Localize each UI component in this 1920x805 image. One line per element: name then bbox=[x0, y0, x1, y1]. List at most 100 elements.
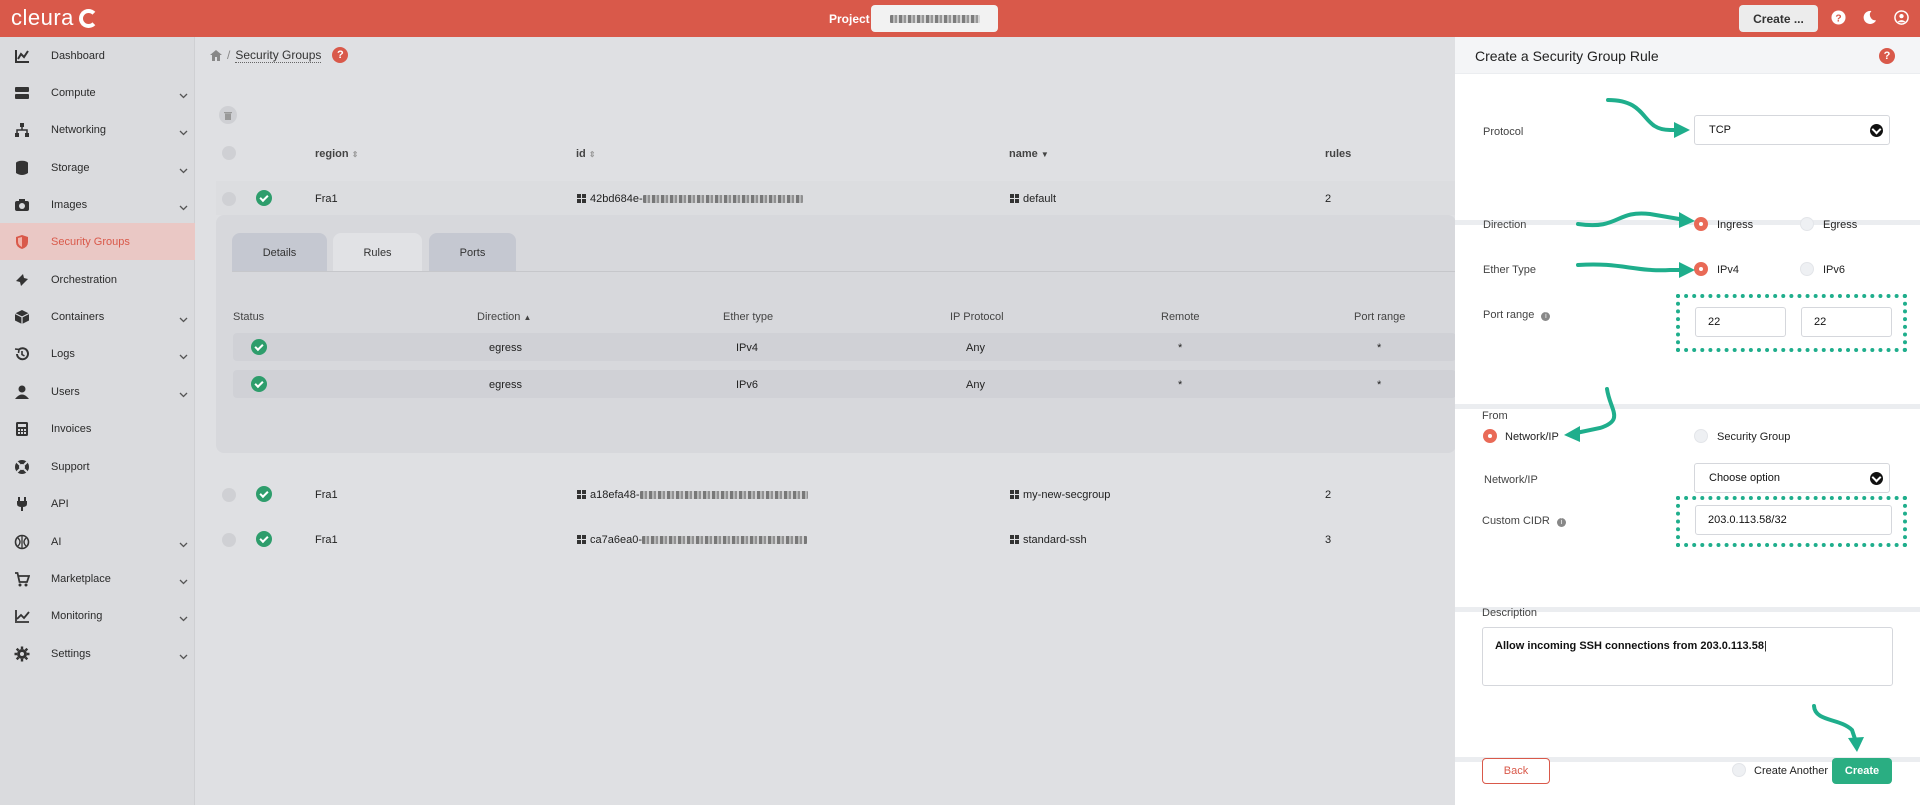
sidebar-item-monitoring[interactable]: Monitoring bbox=[0, 597, 195, 634]
protocol-select[interactable]: TCP bbox=[1694, 115, 1890, 145]
dark-mode-icon[interactable] bbox=[1861, 10, 1877, 26]
row-name[interactable]: my-new-secgroup bbox=[1010, 489, 1110, 501]
grid-icon bbox=[577, 535, 586, 544]
create-menu-button[interactable]: Create ... bbox=[1739, 5, 1818, 32]
home-icon[interactable] bbox=[210, 49, 222, 61]
sidebar-item-ai[interactable]: AI bbox=[0, 523, 195, 560]
row-id[interactable]: 42bd684e- bbox=[577, 193, 803, 205]
sidebar-item-label: Images bbox=[51, 198, 88, 211]
sidebar-item-api[interactable]: API bbox=[0, 485, 195, 522]
info-icon[interactable]: i bbox=[1556, 518, 1566, 527]
column-header-id[interactable]: id ⇕ bbox=[576, 148, 596, 160]
redacted-id bbox=[642, 536, 807, 544]
sidebar-item-label: API bbox=[51, 497, 69, 510]
sidebar-item-images[interactable]: Images bbox=[0, 186, 195, 223]
help-icon[interactable]: ? bbox=[1830, 10, 1846, 26]
tab-ports[interactable]: Ports bbox=[429, 233, 516, 272]
sidebar-item-label: Orchestration bbox=[51, 273, 118, 286]
sidebar-item-compute[interactable]: Compute bbox=[0, 74, 195, 111]
sidebar-item-orchestration[interactable]: Orchestration bbox=[0, 261, 195, 298]
tab-details[interactable]: Details bbox=[232, 233, 327, 272]
page-title[interactable]: Security Groups bbox=[235, 48, 322, 63]
user-icon bbox=[14, 384, 30, 400]
sidebar-item-logs[interactable]: Logs bbox=[0, 335, 195, 372]
row-checkbox[interactable] bbox=[222, 488, 236, 502]
sidebar-item-dashboard[interactable]: Dashboard bbox=[0, 37, 195, 74]
rules-header-direction[interactable]: Direction ▲ bbox=[477, 311, 531, 323]
row-id[interactable]: ca7a6ea0- bbox=[577, 534, 807, 546]
back-button[interactable]: Back bbox=[1482, 758, 1550, 784]
row-rules: 3 bbox=[1325, 534, 1332, 546]
direction-ingress-radio[interactable] bbox=[1694, 217, 1708, 231]
sidebar-item-networking[interactable]: Networking bbox=[0, 111, 195, 148]
select-all-checkbox[interactable] bbox=[222, 146, 236, 160]
status-ok-icon bbox=[256, 190, 272, 206]
page-help-icon[interactable]: ? bbox=[332, 47, 349, 63]
sidebar-item-label: Support bbox=[51, 460, 90, 473]
row-checkbox[interactable] bbox=[222, 192, 236, 206]
ether-ipv4-label: IPv4 bbox=[1717, 264, 1740, 276]
row-id[interactable]: a18efa48- bbox=[577, 489, 808, 501]
rule-port-range: * bbox=[1377, 379, 1382, 391]
chevron-down-icon bbox=[179, 201, 188, 210]
panel-help-icon[interactable]: ? bbox=[1879, 48, 1895, 64]
row-rules: 2 bbox=[1325, 193, 1332, 205]
rule-row bbox=[233, 333, 1456, 361]
description-textarea[interactable]: Allow incoming SSH connections from 203.… bbox=[1482, 627, 1893, 686]
status-ok-icon bbox=[256, 486, 272, 502]
sidebar-item-label: AI bbox=[51, 535, 62, 548]
chevron-down-icon bbox=[179, 575, 188, 584]
project-select[interactable] bbox=[871, 5, 998, 32]
sidebar-item-label: Invoices bbox=[51, 422, 92, 435]
sidebar-item-label: Settings bbox=[51, 647, 91, 660]
tab-rules[interactable]: Rules bbox=[333, 233, 422, 272]
panel-header: Create a Security Group Rule bbox=[1455, 37, 1920, 73]
from-security-group-label: Security Group bbox=[1717, 431, 1791, 443]
network-ip-select[interactable]: Choose option bbox=[1694, 463, 1890, 493]
rule-remote: * bbox=[1178, 379, 1183, 391]
chevron-down-icon bbox=[179, 350, 188, 359]
from-security-group-radio[interactable] bbox=[1694, 429, 1708, 443]
create-another-checkbox[interactable] bbox=[1732, 763, 1746, 777]
sidebar-item-label: Security Groups bbox=[51, 235, 130, 248]
delete-selected-button[interactable] bbox=[219, 106, 237, 124]
sidebar-item-containers[interactable]: Containers bbox=[0, 298, 195, 335]
sidebar-item-settings[interactable]: Settings bbox=[0, 635, 195, 672]
rule-direction: egress bbox=[489, 342, 523, 354]
row-name[interactable]: default bbox=[1010, 193, 1056, 205]
row-name[interactable]: standard-ssh bbox=[1010, 534, 1087, 546]
sidebar-item-storage[interactable]: Storage bbox=[0, 149, 195, 186]
rules-header-ether-type: Ether type bbox=[723, 311, 774, 323]
account-icon[interactable] bbox=[1893, 10, 1909, 26]
database-icon bbox=[14, 160, 30, 176]
direction-label: Direction bbox=[1483, 219, 1527, 231]
rules-header-ip-protocol: IP Protocol bbox=[950, 311, 1004, 323]
ether-ipv4-radio[interactable] bbox=[1694, 262, 1708, 276]
from-network-radio[interactable] bbox=[1483, 429, 1497, 443]
sidebar-item-support[interactable]: Support bbox=[0, 448, 195, 485]
sidebar-item-marketplace[interactable]: Marketplace bbox=[0, 560, 195, 597]
redacted-id bbox=[639, 491, 808, 499]
sidebar: Dashboard Compute Networking Storage Images S… bbox=[0, 37, 195, 805]
port-from-input[interactable]: 22 bbox=[1695, 307, 1786, 337]
column-header-name[interactable]: name ▼ bbox=[1009, 148, 1049, 160]
server-icon bbox=[14, 85, 30, 101]
grid-icon bbox=[577, 490, 586, 499]
direction-egress-radio[interactable] bbox=[1800, 217, 1814, 231]
custom-cidr-input[interactable]: 203.0.113.58/32 bbox=[1695, 505, 1892, 535]
sidebar-item-security-groups[interactable]: Security Groups bbox=[0, 223, 195, 260]
sidebar-item-invoices[interactable]: Invoices bbox=[0, 410, 195, 447]
info-icon[interactable]: i bbox=[1541, 312, 1551, 321]
ether-ipv6-radio[interactable] bbox=[1800, 262, 1814, 276]
column-header-rules[interactable]: rules bbox=[1325, 148, 1351, 160]
brand-logo[interactable]: cleura bbox=[11, 5, 98, 31]
chevron-down-icon bbox=[179, 313, 188, 322]
port-to-input[interactable]: 22 bbox=[1801, 307, 1892, 337]
gear-icon bbox=[14, 646, 30, 662]
rule-ether-type: IPv6 bbox=[736, 379, 759, 391]
row-checkbox[interactable] bbox=[222, 533, 236, 547]
create-button[interactable]: Create bbox=[1832, 758, 1892, 784]
description-label: Description bbox=[1482, 607, 1538, 619]
column-header-region[interactable]: region ⇕ bbox=[315, 148, 358, 160]
sidebar-item-users[interactable]: Users bbox=[0, 373, 195, 410]
